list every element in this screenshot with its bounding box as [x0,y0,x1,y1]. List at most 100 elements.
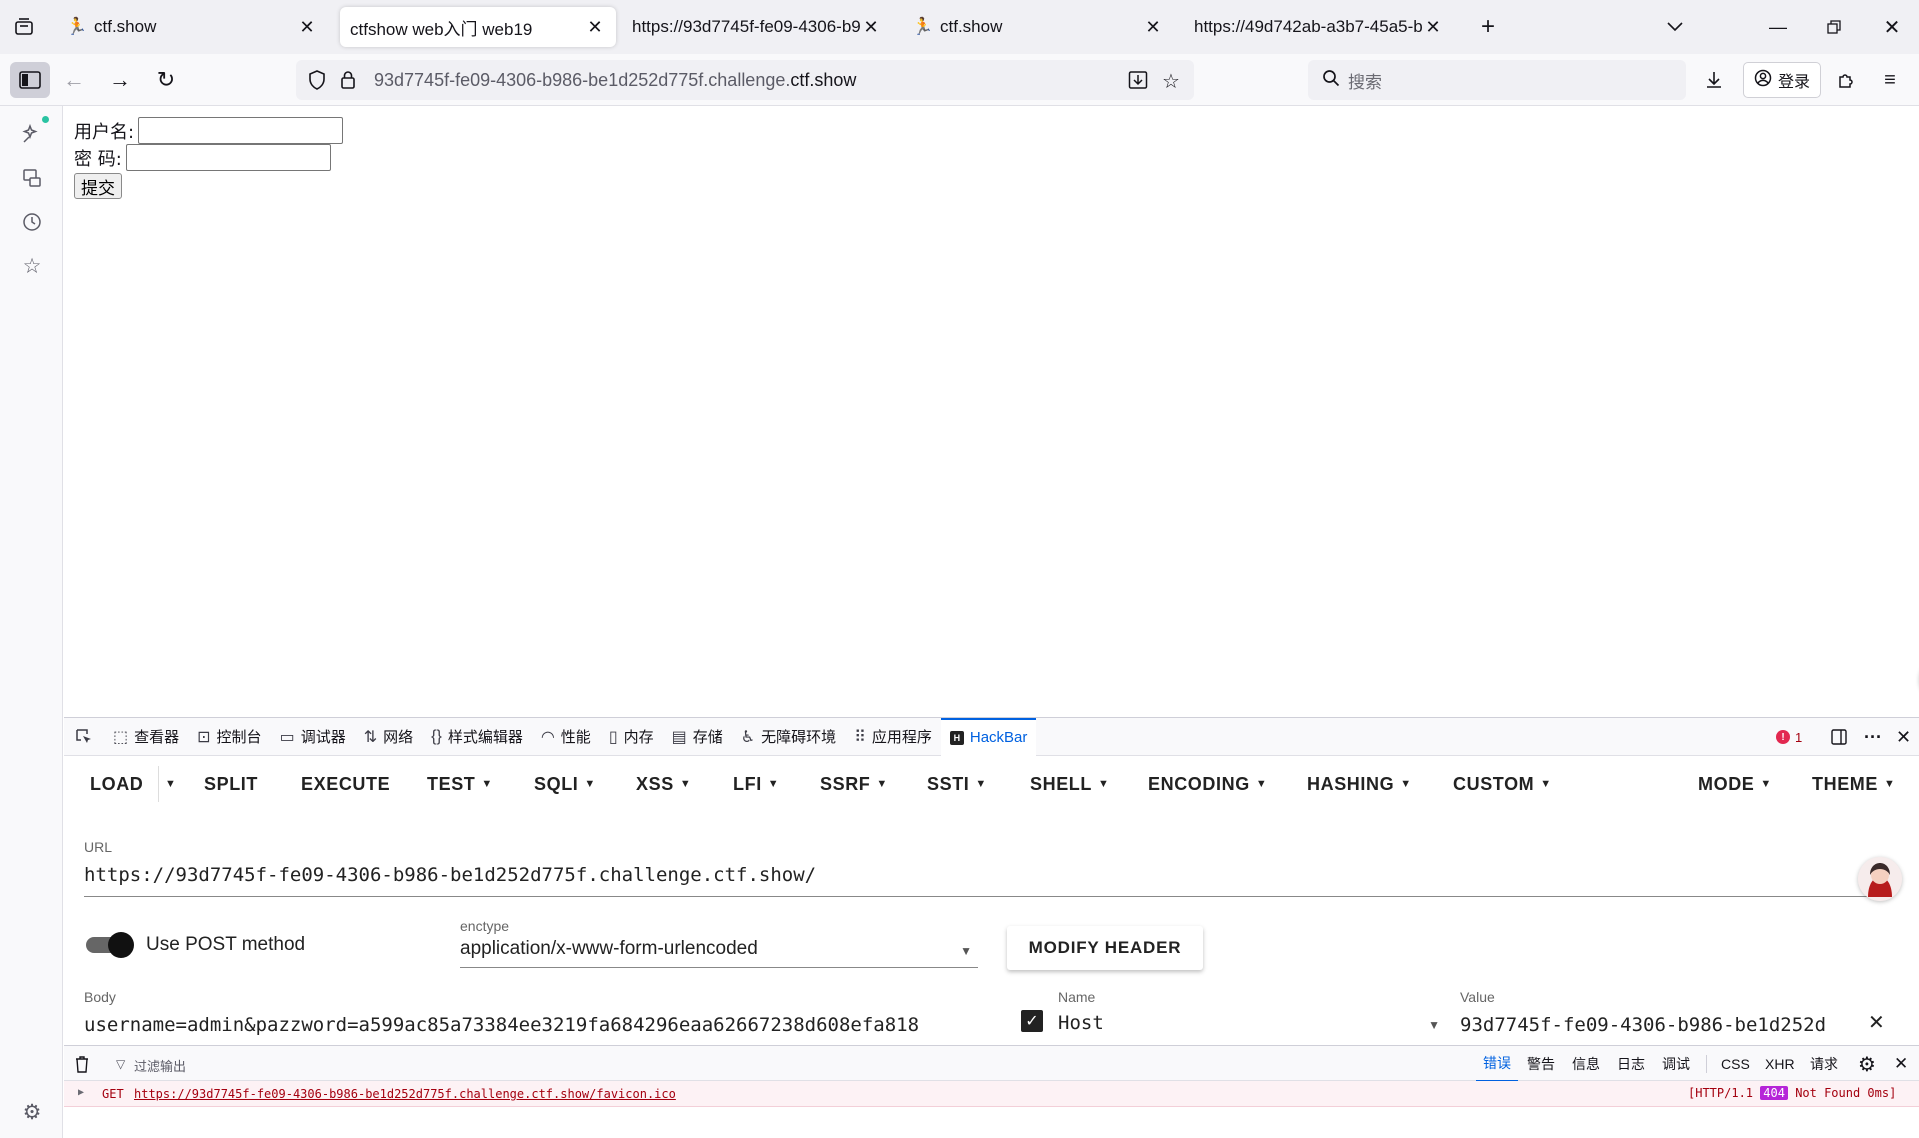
close-icon[interactable]: ✕ [584,17,606,38]
tab-performance[interactable]: ◠ 性能 [532,718,600,756]
submit-button[interactable]: 提交 [74,173,122,199]
hackbar-avatar[interactable] [1858,857,1902,901]
username-input[interactable] [138,117,344,144]
new-tab-plus-icon[interactable]: + [1468,10,1508,44]
back-icon[interactable]: ← [56,62,92,98]
tab-list-icon[interactable] [10,14,38,40]
search-bar[interactable]: 搜索 [1308,60,1686,100]
ssti-menu[interactable]: SSTI ▼ [927,756,987,812]
tab-inspector[interactable]: ⬚ 查看器 [104,718,188,756]
devtools-close-icon[interactable]: ✕ [1896,718,1911,756]
error-count-badge[interactable]: ! 1 [1776,718,1802,756]
encoding-menu[interactable]: ENCODING ▼ [1148,756,1267,812]
execute-button[interactable]: EXECUTE [301,756,390,812]
menu-icon[interactable]: ≡ [1872,62,1908,98]
status-code-badge: 404 [1760,1086,1788,1100]
tab-accessibility[interactable]: ♿ 无障碍环境 [732,718,845,756]
filter-requests[interactable]: 请求 [1803,1046,1845,1082]
close-icon[interactable]: ✕ [1142,17,1164,38]
xss-menu[interactable]: XSS ▼ [636,756,691,812]
synced-tabs-icon[interactable] [16,162,48,194]
console-close-icon[interactable]: ✕ [1894,1054,1908,1074]
reload-icon[interactable]: ↻ [148,62,184,98]
forward-icon[interactable]: → [102,62,138,98]
filter-errors[interactable]: 错误 [1476,1046,1518,1082]
filter-css[interactable]: CSS [1714,1046,1757,1082]
clear-console-trash-icon[interactable] [74,1055,90,1076]
close-icon[interactable]: ✕ [860,17,882,38]
tab-hackbar[interactable]: H HackBar [940,717,1037,756]
tab-console[interactable]: ⊡ 控制台 [188,718,270,756]
lock-icon[interactable] [340,70,356,95]
mode-menu[interactable]: MODE ▼ [1698,756,1772,812]
filter-info[interactable]: 信息 [1565,1046,1607,1082]
modify-header-button[interactable]: MODIFY HEADER [1007,926,1203,970]
shield-icon[interactable] [308,70,326,95]
tab-storage[interactable]: ▤ 存储 [663,718,732,756]
extensions-icon[interactable] [1828,62,1864,98]
password-input[interactable] [125,144,331,171]
tab-overflow-chevron-icon[interactable] [1655,10,1695,44]
tab-5[interactable]: https://49d742ab-a3b7-45a5-b2 ✕ [1184,7,1454,47]
header-name-select[interactable]: Host ▼ [1058,1012,1444,1042]
console-filter-input[interactable]: 过滤输出 [134,1056,186,1075]
custom-menu[interactable]: CUSTOM ▼ [1453,756,1552,812]
filter-logs[interactable]: 日志 [1610,1046,1652,1082]
sqli-menu[interactable]: SQLI ▼ [534,756,596,812]
filter-debug[interactable]: 调试 [1655,1046,1697,1082]
split-button[interactable]: SPLIT [204,756,258,812]
window-close-icon[interactable]: ✕ [1872,10,1912,44]
url-text[interactable]: 93d7745f-fe09-4306-b986-be1d252d775f.cha… [374,70,856,91]
downloads-icon[interactable] [1696,62,1732,98]
lfi-menu[interactable]: LFI ▼ [733,756,779,812]
tab-1[interactable]: 🏃 ctf.show ✕ [58,7,328,47]
runner-icon: 🏃 [66,17,88,36]
devtools-more-icon[interactable]: ··· [1864,718,1882,756]
hashing-menu[interactable]: HASHING ▼ [1307,756,1412,812]
console-settings-gear-icon[interactable]: ⚙ [1858,1052,1876,1077]
body-input[interactable]: username=admin&pazzword=a599ac85a73384ee… [84,1014,919,1036]
tab-memory[interactable]: ▯ 内存 [600,718,663,756]
log-url-link[interactable]: https://93d7745f-fe09-4306-b986-be1d252d… [134,1087,676,1101]
dock-mode-icon[interactable] [1830,718,1848,756]
sidebar-toggle-button[interactable] [10,62,50,98]
minimize-icon[interactable]: — [1758,10,1798,44]
history-clock-icon[interactable] [16,206,48,238]
ssrf-menu[interactable]: SSRF ▼ [820,756,888,812]
tab-debugger[interactable]: ▭ 调试器 [271,718,355,756]
post-method-toggle[interactable] [86,932,134,958]
header-value-input[interactable]: 93d7745f-fe09-4306-b986-be1d252d [1460,1014,1845,1036]
filter-separator [1706,1055,1707,1073]
filter-warnings[interactable]: 警告 [1520,1046,1562,1082]
load-button[interactable]: LOAD [90,756,143,812]
close-icon[interactable]: ✕ [296,17,318,38]
bookmarks-star-icon[interactable]: ☆ [16,250,48,282]
bookmark-star-icon[interactable]: ☆ [1162,69,1180,94]
login-button[interactable]: 登录 [1743,62,1821,98]
test-menu[interactable]: TEST ▼ [427,756,493,812]
console-error-row[interactable]: ▶ GET https://93d7745f-fe09-4306-b986-be… [64,1081,1919,1107]
filter-xhr[interactable]: XHR [1758,1046,1802,1082]
shell-menu[interactable]: SHELL ▼ [1030,756,1110,812]
ai-chatbot-icon[interactable] [16,116,49,150]
enctype-select[interactable]: application/x-www-form-urlencoded ▼ [460,938,978,968]
tab-2-active[interactable]: ctfshow web入门 web19 ✕ [340,7,616,47]
tab-application[interactable]: ⠿ 应用程序 [845,718,941,756]
remove-header-close-icon[interactable]: ✕ [1868,1010,1885,1035]
address-bar[interactable]: 93d7745f-fe09-4306-b986-be1d252d775f.cha… [296,60,1194,100]
theme-menu[interactable]: THEME ▼ [1812,756,1896,812]
tab-3[interactable]: https://93d7745f-fe09-4306-b986 ✕ [622,7,892,47]
close-icon[interactable]: ✕ [1422,17,1444,38]
element-picker-icon[interactable] [64,718,104,756]
header-enabled-checkbox[interactable]: ✓ [1021,1010,1043,1032]
sidebar-settings-gear-icon[interactable]: ⚙ [16,1096,48,1128]
load-dropdown-caret[interactable]: ▼ [158,766,177,802]
tab-network[interactable]: ⇅ 网络 [355,718,422,756]
url-input[interactable]: https://93d7745f-fe09-4306-b986-be1d252d… [84,864,816,886]
restore-icon[interactable] [1814,10,1854,44]
expand-triangle-icon[interactable]: ▶ [78,1087,84,1098]
url-underline [84,896,1876,897]
tab-4[interactable]: 🏃 ctf.show ✕ [904,7,1174,47]
tab-style-editor[interactable]: {} 样式编辑器 [422,718,532,756]
page-save-icon[interactable] [1128,70,1148,95]
